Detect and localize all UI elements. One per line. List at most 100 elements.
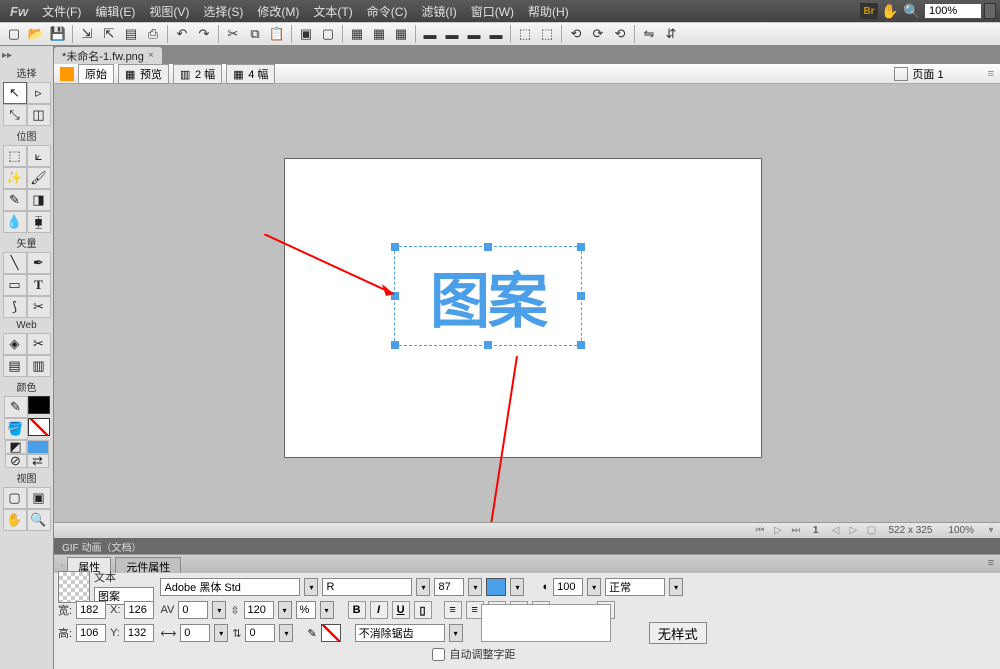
show-slice-button[interactable]: ▥ xyxy=(27,355,51,377)
horiz-scale-input[interactable] xyxy=(180,624,210,642)
subselect-tool[interactable]: ▹ xyxy=(27,82,51,104)
pointer-tool[interactable]: ↖ xyxy=(3,82,27,104)
color-dropdown[interactable]: ▾ xyxy=(510,578,524,596)
no-color-button[interactable]: ⊘ xyxy=(5,454,27,468)
knife-tool[interactable]: ✂ xyxy=(27,296,51,318)
menu-select[interactable]: 选择(S) xyxy=(197,1,249,22)
menu-text[interactable]: 文本(T) xyxy=(307,1,358,22)
paste-button[interactable]: 📋 xyxy=(267,24,287,44)
swap-colors-button[interactable] xyxy=(27,440,49,454)
handle-tr[interactable] xyxy=(577,243,585,251)
flip-h-button[interactable]: ⇋ xyxy=(639,24,659,44)
lock-button-2[interactable]: ⬚ xyxy=(537,24,557,44)
leading-dd[interactable]: ▾ xyxy=(278,601,292,619)
filter-list-box[interactable] xyxy=(481,604,611,642)
default-colors-button[interactable]: ◩ xyxy=(5,440,27,454)
rotate-button-1[interactable]: ⟲ xyxy=(566,24,586,44)
last-frame-button[interactable]: ⏭ xyxy=(787,525,805,536)
opacity-dropdown[interactable]: ▾ xyxy=(587,578,601,596)
font-dropdown[interactable]: ▾ xyxy=(304,578,318,596)
lock-button-1[interactable]: ⬚ xyxy=(515,24,535,44)
height-input[interactable] xyxy=(76,624,106,642)
copy-button[interactable]: ⧉ xyxy=(245,24,265,44)
page-button[interactable]: ▤ xyxy=(121,24,141,44)
handle-bl[interactable] xyxy=(391,341,399,349)
underline-button[interactable]: U xyxy=(392,601,410,619)
zoom-dropdown[interactable] xyxy=(984,3,996,19)
handle-bc[interactable] xyxy=(484,341,492,349)
opacity-slider-icon[interactable]: ◐ xyxy=(542,581,549,593)
leading-unit-dd[interactable]: ▾ xyxy=(320,601,334,619)
font-family-input[interactable] xyxy=(160,578,300,596)
handle-br[interactable] xyxy=(577,341,585,349)
tracking-input[interactable] xyxy=(178,601,208,619)
flip-v-button[interactable]: ⇵ xyxy=(661,24,681,44)
view-mode-1[interactable]: ▢ xyxy=(3,487,27,509)
menu-file[interactable]: 文件(F) xyxy=(36,1,87,22)
x-input[interactable] xyxy=(124,601,154,619)
text-tool[interactable]: T xyxy=(27,274,51,296)
align-button-2[interactable]: ▦ xyxy=(369,24,389,44)
redo-button[interactable]: ↷ xyxy=(194,24,214,44)
stamp-tool[interactable]: ⧯ xyxy=(27,211,51,233)
four-up-button[interactable]: ▦4 幅 xyxy=(226,64,275,84)
auto-kern-checkbox[interactable] xyxy=(432,648,445,661)
weight-dropdown[interactable]: ▾ xyxy=(416,578,430,596)
lasso-tool[interactable]: ⟀ xyxy=(27,145,51,167)
first-frame-button[interactable]: ⏮ xyxy=(751,525,769,536)
bs-dd[interactable]: ▾ xyxy=(279,624,293,642)
menu-commands[interactable]: 命令(C) xyxy=(361,1,414,22)
fill-swatch[interactable] xyxy=(28,418,50,436)
layer-button-3[interactable]: ▬ xyxy=(464,24,484,44)
blur-tool[interactable]: 💧 xyxy=(3,211,27,233)
width-input[interactable] xyxy=(76,601,106,619)
pencil-tool[interactable]: ✎ xyxy=(3,189,27,211)
blend-mode-input[interactable] xyxy=(605,578,665,596)
hs-dd[interactable]: ▾ xyxy=(214,624,228,642)
marquee-tool[interactable]: ⬚ xyxy=(3,145,27,167)
align-button-3[interactable]: ▦ xyxy=(391,24,411,44)
bold-button[interactable]: B xyxy=(348,601,366,619)
open-button[interactable]: 📂 xyxy=(26,24,46,44)
tracking-dd[interactable]: ▾ xyxy=(212,601,226,619)
wand-tool[interactable]: ✨ xyxy=(3,167,27,189)
text-object-selection[interactable]: 图案 xyxy=(394,246,582,346)
antialias-input[interactable] xyxy=(355,624,445,642)
panel-options-icon[interactable]: ≡ xyxy=(982,557,1000,573)
stroke-swatch[interactable] xyxy=(28,396,50,414)
opacity-input[interactable] xyxy=(553,578,583,596)
no-style-button[interactable]: 无样式 xyxy=(649,622,707,644)
group-button[interactable]: ▣ xyxy=(296,24,316,44)
hand-icon[interactable]: ✋ xyxy=(880,2,900,20)
baseline-input[interactable] xyxy=(245,624,275,642)
ungroup-button[interactable]: ▢ xyxy=(318,24,338,44)
view-mode-2[interactable]: ▣ xyxy=(27,487,51,509)
line-tool[interactable]: ╲ xyxy=(3,252,27,274)
y-input[interactable] xyxy=(124,624,154,642)
size-dropdown[interactable]: ▾ xyxy=(468,578,482,596)
import-button[interactable]: ⇲ xyxy=(77,24,97,44)
handle-tc[interactable] xyxy=(484,243,492,251)
canvas-zoom[interactable]: 100% xyxy=(940,525,982,536)
zoom-icon[interactable]: 🔍 xyxy=(902,2,922,20)
close-tab-icon[interactable]: × xyxy=(148,50,154,61)
eraser-tool[interactable]: ◨ xyxy=(27,189,51,211)
blend-dropdown[interactable]: ▾ xyxy=(669,578,683,596)
layer-button-1[interactable]: ▬ xyxy=(420,24,440,44)
crop-tool[interactable]: ◫ xyxy=(27,104,51,126)
font-size-input[interactable] xyxy=(434,578,464,596)
stroke-color-swatch[interactable] xyxy=(321,624,341,642)
bridge-icon[interactable]: Br xyxy=(860,3,878,19)
slice-tool[interactable]: ✂ xyxy=(27,333,51,355)
hand-tool[interactable]: ✋ xyxy=(3,509,27,531)
scale-tool[interactable]: ⤡ xyxy=(3,104,27,126)
rotate-button-2[interactable]: ⟳ xyxy=(588,24,608,44)
antialias-dd[interactable]: ▾ xyxy=(449,624,463,642)
strike-button[interactable]: ▯ xyxy=(414,601,432,619)
export-button[interactable]: ⇱ xyxy=(99,24,119,44)
cut-button[interactable]: ✂ xyxy=(223,24,243,44)
hide-slice-button[interactable]: ▤ xyxy=(3,355,27,377)
new-button[interactable]: ▢ xyxy=(4,24,24,44)
page-label[interactable]: 页面 1 xyxy=(912,66,943,82)
leading-unit[interactable] xyxy=(296,601,316,619)
